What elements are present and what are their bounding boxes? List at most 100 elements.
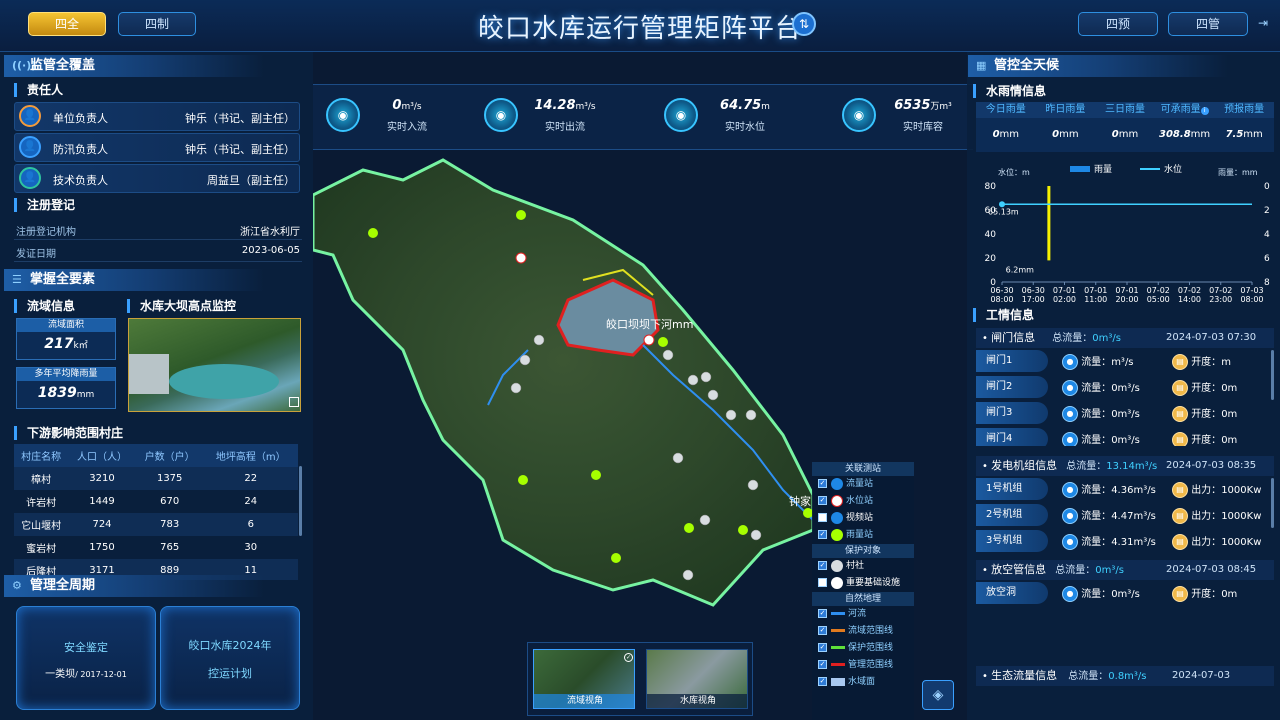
rain-avg-label: 多年平均降雨量 bbox=[17, 368, 115, 381]
readout-label: 开度： bbox=[1191, 357, 1222, 368]
water-drop-icon: ● bbox=[1062, 380, 1078, 396]
equipment-row[interactable]: 闸门4 ● 流量：0m³/s ▤ 开度：0m bbox=[976, 426, 1274, 446]
second-readout: ▤ 开度：0m bbox=[1172, 405, 1237, 422]
legend-item-manage-line[interactable]: ✓ 管理范围线 bbox=[812, 657, 914, 674]
section-guankong-title: 管控全天候 bbox=[994, 58, 1060, 73]
water-drop-icon: ● bbox=[1062, 482, 1078, 498]
person-row[interactable]: 👤 防汛负责人 钟乐（书记、副主任） bbox=[14, 133, 300, 162]
data-label: 6.2mm bbox=[1006, 265, 1035, 274]
rain-bar bbox=[1047, 186, 1051, 261]
x-tick-label: 07-02 bbox=[1178, 286, 1201, 295]
y-axis-label: 水位：m bbox=[998, 167, 1030, 177]
table-scrollbar[interactable] bbox=[299, 466, 302, 536]
legend-item-protect-line[interactable]: ✓ 保护范围线 bbox=[812, 640, 914, 657]
empty-pipe-section: • 放空管信息 总流量：0m³/s 2024-07-03 08:45 放空洞 ● … bbox=[976, 560, 1274, 610]
water-level-station-marker[interactable] bbox=[643, 334, 655, 346]
switch-icon[interactable]: ⇅ bbox=[792, 12, 816, 36]
checkbox-icon[interactable]: ✓ bbox=[818, 677, 827, 686]
checkbox-icon[interactable]: ✓ bbox=[818, 530, 827, 539]
rain-header: 今日雨量 bbox=[985, 104, 1026, 115]
legend-item-rain[interactable]: ✓ 雨量站 bbox=[812, 527, 914, 544]
exit-icon[interactable]: ⇥ bbox=[1258, 16, 1272, 30]
rain-station-marker[interactable] bbox=[738, 525, 748, 535]
checkbox-icon[interactable] bbox=[818, 578, 827, 587]
flow-label: 流量： bbox=[1081, 511, 1112, 522]
legend-item-river[interactable]: ✓ 河流 bbox=[812, 606, 914, 623]
rain-station-marker[interactable] bbox=[658, 337, 668, 347]
safety-grade: 一类坝 bbox=[45, 669, 76, 680]
gen-scrollbar[interactable] bbox=[1271, 478, 1274, 528]
table-row[interactable]: 樟村 3210 1375 22 bbox=[14, 467, 298, 490]
rain-level-chart[interactable]: 雨量 水位水位：m 雨量：mm0204060808642006-3008:0006-… bbox=[972, 158, 1278, 306]
table-header-row: 村庄名称 人口（人） 户数（户） 地坪高程（m） bbox=[14, 444, 298, 467]
video-station-icon bbox=[831, 511, 843, 524]
legend-item-water[interactable]: ✓ 水域面 bbox=[812, 674, 914, 691]
table-row[interactable]: 蜜岩村 1750 765 30 bbox=[14, 536, 298, 559]
village-title: 下游影响范围村庄 bbox=[14, 426, 123, 440]
eco-total: 0.8m³/s bbox=[1108, 671, 1147, 682]
nav-siguan-button[interactable]: 四管 bbox=[1168, 12, 1248, 36]
basin-view-button[interactable]: ✓ 流域视角 bbox=[533, 649, 635, 709]
flow-label: 流量： bbox=[1081, 409, 1112, 420]
equipment-name: 放空洞 bbox=[976, 582, 1048, 604]
equipment-row[interactable]: 放空洞 ● 流量：0m³/s ▤ 开度：0m bbox=[976, 580, 1274, 606]
checkbox-icon[interactable]: ✓ bbox=[818, 626, 827, 635]
rain-station-marker[interactable] bbox=[684, 523, 694, 533]
basin-map[interactable]: 皎口坝坝下河mm 钟家 bbox=[313, 150, 813, 620]
table-row[interactable]: 许岩村 1449 670 24 bbox=[14, 490, 298, 513]
legend-label: 保护范围线 bbox=[848, 643, 894, 653]
person-row[interactable]: 👤 单位负责人 钟乐（书记、副主任） bbox=[14, 102, 300, 131]
equipment-row[interactable]: 闸门2 ● 流量：0m³/s ▤ 开度：0m bbox=[976, 374, 1274, 400]
reservoir-view-button[interactable]: 水库视角 bbox=[646, 649, 748, 709]
equipment-row[interactable]: 3号机组 ● 流量：4.31m³/s ▤ 出力：1000Kw bbox=[976, 528, 1274, 552]
reg-title: 注册登记 bbox=[14, 198, 75, 212]
layers-icon[interactable]: ◈ bbox=[922, 680, 954, 710]
outflow-icon: ◉ bbox=[484, 98, 518, 132]
checkbox-icon[interactable]: ✓ bbox=[818, 561, 827, 570]
legend-item-infra[interactable]: 重要基础设施 bbox=[812, 575, 914, 592]
water-level-station-marker[interactable] bbox=[515, 252, 527, 264]
person-row[interactable]: 👤 技术负责人 周益旦（副主任） bbox=[14, 164, 300, 193]
x-tick-label: 23:00 bbox=[1209, 295, 1232, 304]
rain-station-marker[interactable] bbox=[516, 210, 526, 220]
metric-number: 64.75 bbox=[720, 98, 762, 113]
equipment-row[interactable]: 1号机组 ● 流量：4.36m³/s ▤ 出力：1000Kw bbox=[976, 476, 1274, 502]
readout-value: 1000Kw bbox=[1221, 511, 1262, 522]
metric-value: 6535万m³ bbox=[878, 98, 968, 113]
checkbox-icon[interactable]: ✓ bbox=[818, 479, 827, 488]
checkbox-icon[interactable] bbox=[818, 513, 827, 522]
rain-station-marker[interactable] bbox=[611, 553, 621, 563]
checkbox-icon[interactable]: ✓ bbox=[818, 660, 827, 669]
readout-label: 开度： bbox=[1191, 383, 1222, 394]
info-icon[interactable]: i bbox=[1200, 107, 1209, 115]
bullet-icon: • bbox=[982, 461, 988, 472]
safety-card[interactable]: 安全鉴定 一类坝/ 2017-12-01 bbox=[16, 606, 156, 710]
gate-scrollbar[interactable] bbox=[1271, 350, 1274, 400]
checkbox-icon[interactable]: ✓ bbox=[818, 609, 827, 618]
fullscreen-icon[interactable] bbox=[289, 397, 299, 407]
nav-siyu-button[interactable]: 四预 bbox=[1078, 12, 1158, 36]
checkbox-icon[interactable]: ✓ bbox=[818, 643, 827, 652]
legend-section-protect: 保护对象 bbox=[812, 544, 914, 558]
equipment-row[interactable]: 2号机组 ● 流量：4.47m³/s ▤ 出力：1000Kw bbox=[976, 502, 1274, 528]
equipment-row[interactable]: 闸门3 ● 流量：0m³/s ▤ 开度：0m bbox=[976, 400, 1274, 426]
rain-station-marker[interactable] bbox=[518, 475, 528, 485]
legend-item-basin-line[interactable]: ✓ 流域范围线 bbox=[812, 623, 914, 640]
checkbox-icon[interactable]: ✓ bbox=[818, 496, 827, 505]
plan-card[interactable]: 皎口水库2024年 控运计划 bbox=[160, 606, 300, 710]
legend-item-village[interactable]: ✓ 村社 bbox=[812, 558, 914, 575]
equipment-row[interactable]: 闸门1 ● 流量：m³/s ▤ 开度：m bbox=[976, 348, 1274, 374]
x-tick-label: 05:00 bbox=[1147, 295, 1170, 304]
col-header: 户数（户） bbox=[135, 444, 204, 467]
legend-item-flow[interactable]: ✓ 流量站 bbox=[812, 476, 914, 493]
readout-label: 出力： bbox=[1191, 537, 1222, 548]
legend-item-video[interactable]: 视频站 bbox=[812, 510, 914, 527]
rain-station-marker[interactable] bbox=[368, 228, 378, 238]
second-readout: ▤ 出力：1000Kw bbox=[1172, 533, 1261, 550]
rain-station-marker[interactable] bbox=[591, 470, 601, 480]
dam-video-thumbnail[interactable] bbox=[128, 318, 301, 412]
manage-line-icon bbox=[831, 663, 845, 666]
table-row[interactable]: 它山堰村 724 783 6 bbox=[14, 513, 298, 536]
legend-item-level[interactable]: ✓ 水位站 bbox=[812, 493, 914, 510]
cell: 24 bbox=[244, 496, 258, 507]
